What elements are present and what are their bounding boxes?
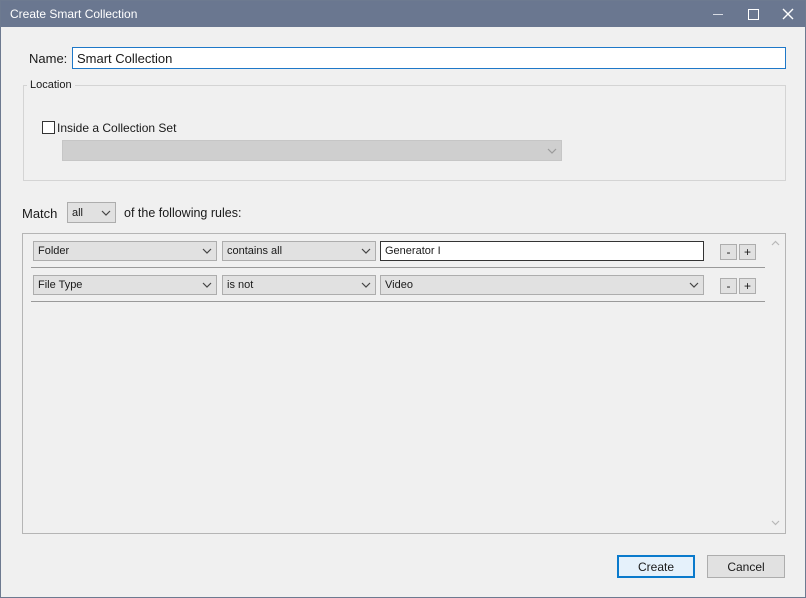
rule-value-input[interactable]: Generator I	[380, 241, 704, 261]
minimize-icon	[713, 13, 723, 15]
dialog-window: Create Smart Collection Name: Smart Coll…	[0, 0, 806, 598]
minimize-button[interactable]	[701, 1, 735, 27]
rule-field-value: File Type	[38, 279, 83, 291]
match-label: Match	[22, 206, 58, 221]
add-rule-button[interactable]: +	[739, 278, 756, 294]
chevron-down-icon	[202, 282, 212, 288]
rule-value-selected: Video	[385, 279, 413, 291]
rule-value-select[interactable]: Video	[380, 275, 704, 295]
rule-operator-select[interactable]: contains all	[222, 241, 376, 261]
scroll-up-icon[interactable]	[771, 240, 780, 246]
maximize-icon	[747, 8, 759, 20]
close-icon	[782, 8, 794, 20]
rule-field-select[interactable]: Folder	[33, 241, 217, 261]
name-input[interactable]: Smart Collection	[72, 47, 786, 69]
maximize-button[interactable]	[736, 1, 770, 27]
rule-operator-value: is not	[227, 279, 254, 291]
inside-collection-set-label[interactable]: Inside a Collection Set	[57, 121, 176, 135]
window-title: Create Smart Collection	[10, 7, 138, 21]
collection-set-select	[62, 140, 562, 161]
chevron-down-icon	[547, 148, 557, 154]
cancel-button[interactable]: Cancel	[707, 555, 785, 578]
chevron-down-icon	[101, 210, 111, 216]
chevron-down-icon	[202, 248, 212, 254]
rule-separator	[31, 301, 765, 302]
rule-field-select[interactable]: File Type	[33, 275, 217, 295]
add-rule-button[interactable]: +	[739, 244, 756, 260]
match-mode-value: all	[72, 206, 84, 219]
location-legend: Location	[27, 79, 75, 91]
rule-separator	[31, 267, 765, 268]
rule-field-value: Folder	[38, 245, 70, 257]
remove-rule-button[interactable]: -	[720, 278, 737, 294]
rules-scrollbar[interactable]	[767, 235, 784, 532]
match-suffix-label: of the following rules:	[124, 206, 242, 220]
title-bar[interactable]: Create Smart Collection	[1, 1, 805, 27]
scroll-down-icon[interactable]	[771, 520, 780, 526]
chevron-down-icon	[361, 248, 371, 254]
chevron-down-icon	[361, 282, 371, 288]
inside-collection-set-checkbox[interactable]	[42, 121, 55, 134]
chevron-down-icon	[689, 282, 699, 288]
rule-operator-value: contains all	[227, 245, 283, 257]
name-label: Name:	[29, 51, 68, 66]
rule-operator-select[interactable]: is not	[222, 275, 376, 295]
close-button[interactable]	[771, 1, 805, 27]
remove-rule-button[interactable]: -	[720, 244, 737, 260]
create-button[interactable]: Create	[617, 555, 695, 578]
match-mode-select[interactable]: all	[67, 202, 116, 223]
